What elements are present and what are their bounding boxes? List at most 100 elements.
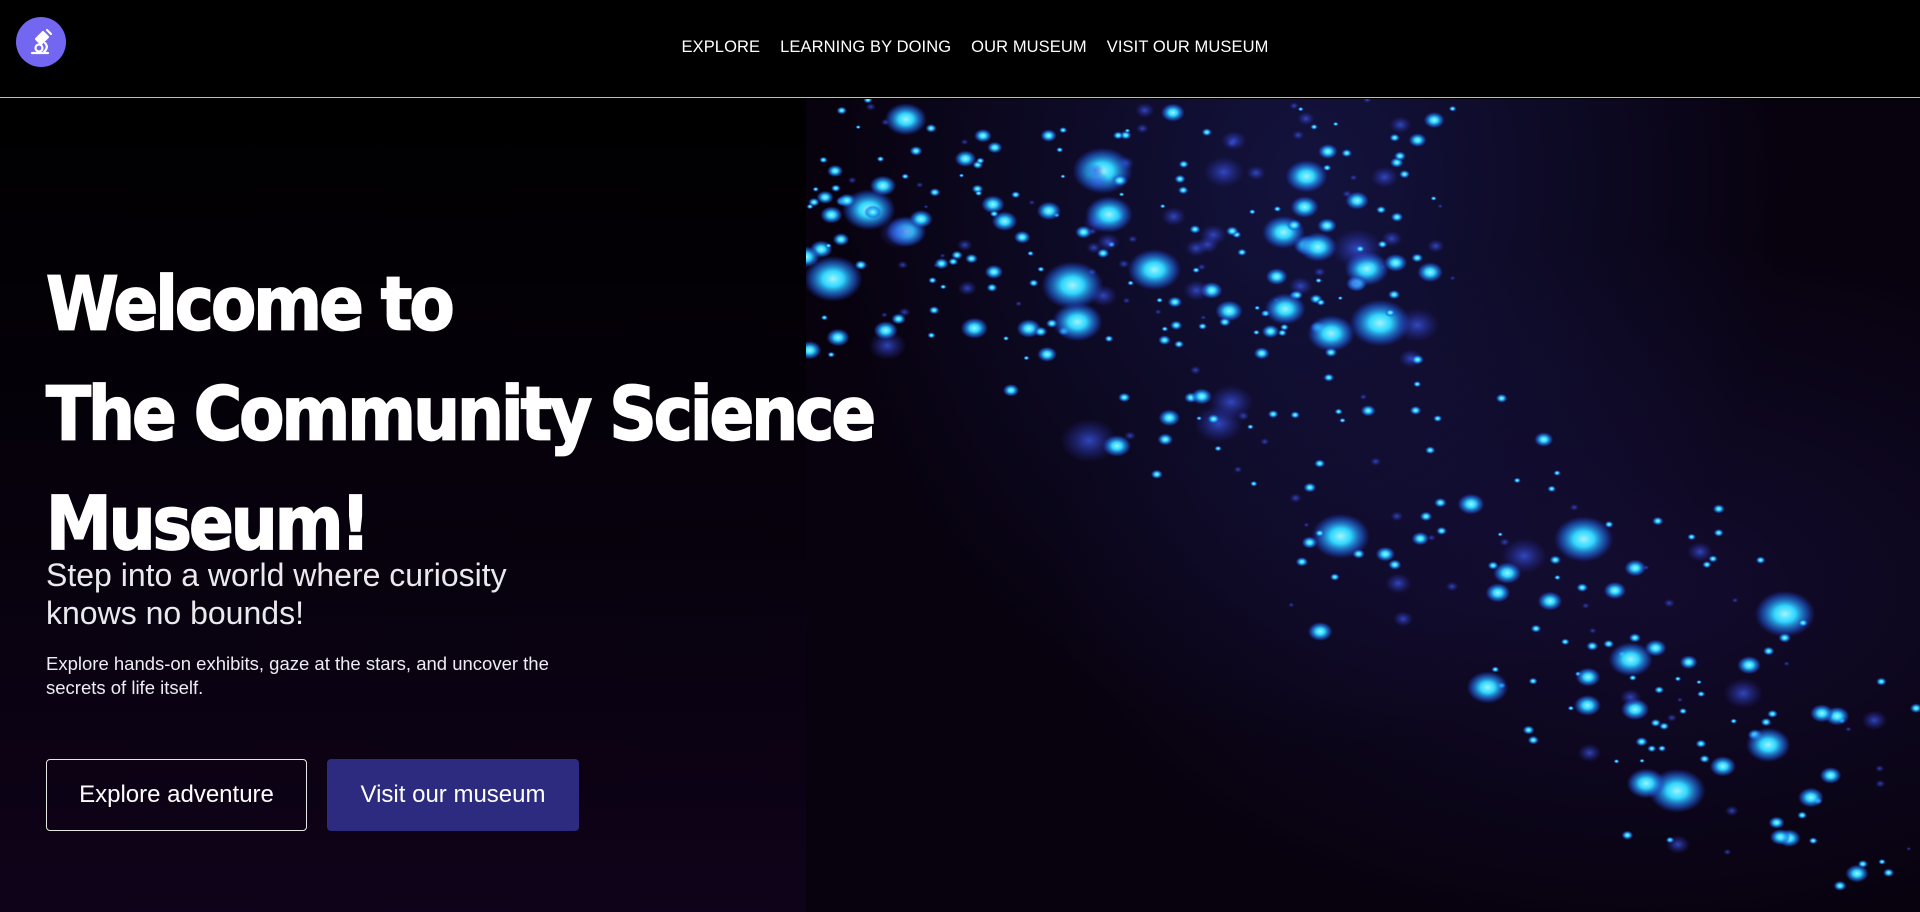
particle [1754, 590, 1816, 638]
particle [1527, 735, 1539, 745]
particle [891, 313, 906, 325]
nav-visit-our-museum[interactable]: VISIT OUR MUSEUM [1107, 38, 1269, 57]
particle [1621, 830, 1634, 840]
particle [1389, 116, 1412, 134]
particle [1189, 225, 1201, 234]
particle [1679, 708, 1687, 715]
particle [1267, 410, 1279, 419]
particle [1225, 226, 1239, 236]
particle [1676, 697, 1683, 703]
particle [1603, 581, 1627, 600]
particle [1417, 262, 1444, 283]
particle [1200, 224, 1227, 246]
particle [1393, 611, 1414, 627]
particle [1362, 99, 1372, 104]
particle [1352, 549, 1365, 559]
particle [1013, 230, 1031, 244]
particle [1419, 511, 1433, 522]
particle [1355, 245, 1365, 253]
particle [1381, 230, 1403, 247]
particle [1250, 480, 1258, 487]
particle [1260, 438, 1270, 446]
particle [1436, 526, 1447, 535]
particle [1810, 704, 1834, 723]
particle [1409, 405, 1422, 415]
particle [1359, 394, 1368, 400]
particle [1388, 559, 1402, 570]
particle [1906, 846, 1912, 851]
particle [1379, 264, 1386, 270]
particle [1023, 355, 1030, 361]
particle [1192, 267, 1200, 273]
explore-adventure-button[interactable]: Explore adventure [46, 759, 307, 831]
particle [1635, 737, 1648, 747]
particle [1448, 105, 1457, 112]
particle [928, 277, 937, 284]
nav-explore[interactable]: EXPLORE [681, 38, 760, 57]
particle [863, 99, 873, 104]
particle [1127, 249, 1182, 291]
particle [1198, 322, 1207, 330]
nav-our-museum[interactable]: OUR MUSEUM [971, 38, 1087, 57]
particle [1370, 166, 1399, 188]
particle [1411, 531, 1429, 546]
particle [1298, 232, 1338, 262]
particle [1423, 112, 1445, 129]
particle [1737, 656, 1761, 675]
particle [1339, 417, 1346, 423]
particle [827, 351, 835, 358]
particle [1249, 209, 1256, 215]
particle [1513, 477, 1521, 484]
particle [1433, 415, 1443, 422]
hero-title-line-1: Welcome to [45, 260, 455, 348]
particle [1086, 268, 1097, 277]
visit-our-museum-button[interactable]: Visit our museum [327, 759, 579, 831]
particle [1534, 432, 1554, 447]
particle [1642, 565, 1650, 571]
particle [1183, 280, 1210, 301]
particle [1395, 308, 1440, 342]
particle [1303, 522, 1310, 528]
particle [1203, 156, 1244, 188]
particle [1385, 573, 1412, 594]
particle [1411, 253, 1424, 263]
particle [934, 258, 949, 270]
particle [1341, 149, 1352, 158]
particle [1237, 248, 1247, 256]
particle [1573, 694, 1602, 716]
particle [1845, 864, 1869, 883]
particle [1247, 424, 1254, 430]
particle [1497, 532, 1503, 537]
particle [1332, 121, 1339, 127]
particle [816, 190, 834, 204]
particle [1237, 411, 1250, 421]
particle [1769, 829, 1791, 845]
particle [1201, 128, 1212, 137]
particle [1314, 459, 1326, 468]
hero-title: Welcome to The Community Science Museum! [45, 250, 877, 579]
particle [960, 139, 969, 145]
nav-learning-by-doing[interactable]: LEARNING BY DOING [780, 38, 951, 57]
particle [1797, 811, 1808, 819]
particle [837, 193, 856, 208]
particle [1485, 583, 1511, 603]
particle [1290, 196, 1319, 218]
particle [923, 204, 929, 209]
particle [1798, 618, 1808, 627]
particle [1778, 633, 1791, 643]
particle [939, 253, 946, 258]
particle [1581, 602, 1590, 609]
glowing-particles-image [806, 99, 1920, 912]
particle [847, 176, 857, 184]
particle [1652, 516, 1664, 526]
particle [1808, 837, 1818, 845]
particle [1002, 384, 1020, 397]
particle [1399, 170, 1410, 179]
particle [1190, 365, 1201, 375]
particle [1273, 206, 1282, 212]
particle [1277, 329, 1287, 337]
particle [989, 210, 999, 218]
particle [1647, 745, 1657, 753]
particle [1295, 557, 1309, 567]
particle [1219, 317, 1231, 327]
